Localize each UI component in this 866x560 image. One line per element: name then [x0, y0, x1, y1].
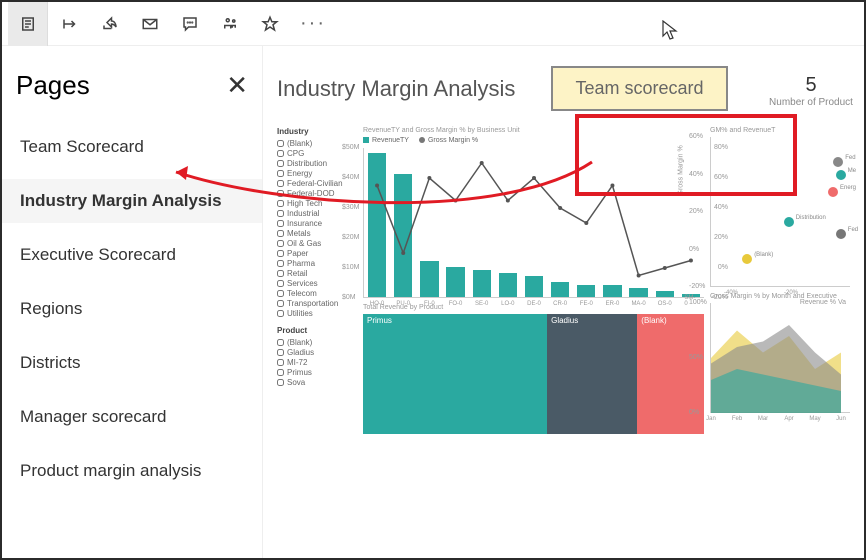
filter-checkbox[interactable]	[277, 310, 284, 317]
pages-title: Pages	[16, 70, 90, 101]
report-title: Industry Margin Analysis	[277, 76, 515, 102]
favorite-button[interactable]	[252, 6, 288, 42]
nav-item[interactable]: Regions	[16, 287, 248, 331]
report-canvas: Industry Margin Analysis Team scorecard …	[263, 46, 864, 558]
filter-checkbox[interactable]	[277, 290, 284, 297]
filter-checkbox[interactable]	[277, 339, 284, 346]
scatter-chart[interactable]: Gross Margin % Revenue % Va 60%40%20%0%-…	[710, 137, 850, 287]
product-count-kpi: 5 Number of Product	[766, 74, 856, 108]
filter-item[interactable]: Insurance	[277, 219, 357, 228]
filter-checkbox[interactable]	[277, 200, 284, 207]
nav-item[interactable]: Team Scorecard	[16, 125, 248, 169]
filter-item[interactable]: (Blank)	[277, 338, 357, 347]
product-filter-title: Product	[277, 326, 357, 335]
filter-checkbox[interactable]	[277, 240, 284, 247]
filter-checkbox[interactable]	[277, 379, 284, 386]
nav-item[interactable]: Manager scorecard	[16, 395, 248, 439]
filter-checkbox[interactable]	[277, 349, 284, 356]
treemap-chart[interactable]: PrimusGladius(Blank)	[363, 314, 704, 434]
filter-checkbox[interactable]	[277, 140, 284, 147]
area-chart[interactable]: 100%50%0%JanFebMarAprMayJun	[710, 303, 850, 413]
filter-checkbox[interactable]	[277, 250, 284, 257]
filter-item[interactable]: Paper	[277, 249, 357, 258]
filter-checkbox[interactable]	[277, 270, 284, 277]
team-scorecard-button[interactable]: Team scorecard	[551, 66, 727, 111]
filter-checkbox[interactable]	[277, 220, 284, 227]
filter-item[interactable]: Distribution	[277, 159, 357, 168]
filter-item[interactable]: Federal-DOD	[277, 189, 357, 198]
scatter-title: GM% and RevenueT	[710, 127, 850, 134]
kpi-label: Number of Product	[766, 97, 856, 108]
nav-item[interactable]: Executive Scorecard	[16, 233, 248, 277]
filter-item[interactable]: Gladius	[277, 348, 357, 357]
filter-checkbox[interactable]	[277, 280, 284, 287]
filter-checkbox[interactable]	[277, 300, 284, 307]
filter-checkbox[interactable]	[277, 359, 284, 366]
share-button[interactable]	[92, 6, 128, 42]
file-menu-button[interactable]	[8, 2, 48, 46]
combo-legend: RevenueTY Gross Margin %	[363, 137, 704, 144]
nav-item[interactable]: Districts	[16, 341, 248, 385]
kpi-value: 5	[766, 74, 856, 97]
filter-checkbox[interactable]	[277, 150, 284, 157]
filter-checkbox[interactable]	[277, 260, 284, 267]
combo-chart-title: RevenueTY and Gross Margin % by Business…	[363, 127, 704, 134]
filter-checkbox[interactable]	[277, 180, 284, 187]
treemap-cell[interactable]: Primus	[363, 314, 547, 434]
filter-item[interactable]: Services	[277, 279, 357, 288]
nav-item[interactable]: Product margin analysis	[16, 449, 248, 493]
comment-button[interactable]	[172, 6, 208, 42]
combo-chart[interactable]: $50M$40M$30M$20M$10M$0M80%60%40%20%0%-20…	[363, 148, 704, 298]
filter-checkbox[interactable]	[277, 190, 284, 197]
filter-checkbox[interactable]	[277, 230, 284, 237]
filter-item[interactable]: Primus	[277, 368, 357, 377]
industry-filter-title: Industry	[277, 127, 357, 136]
filter-item[interactable]: Sova	[277, 378, 357, 387]
close-icon[interactable]: ✕	[226, 70, 248, 101]
treemap-cell[interactable]: Gladius	[547, 314, 637, 434]
nav-list: Team ScorecardIndustry Margin AnalysisEx…	[16, 125, 248, 493]
filter-checkbox[interactable]	[277, 210, 284, 217]
email-button[interactable]	[132, 6, 168, 42]
filter-checkbox[interactable]	[277, 369, 284, 376]
export-button[interactable]	[52, 6, 88, 42]
teams-button[interactable]	[212, 6, 248, 42]
more-options-button[interactable]: ···	[292, 12, 334, 35]
filter-item[interactable]: MI-72	[277, 358, 357, 367]
filter-checkbox[interactable]	[277, 160, 284, 167]
filter-item[interactable]: Utilities	[277, 309, 357, 318]
nav-item[interactable]: Industry Margin Analysis	[2, 179, 262, 223]
filter-checkbox[interactable]	[277, 170, 284, 177]
toolbar: ···	[2, 2, 864, 46]
pages-panel: Pages ✕ Team ScorecardIndustry Margin An…	[2, 46, 263, 558]
treemap-cell[interactable]: (Blank)	[637, 314, 704, 434]
